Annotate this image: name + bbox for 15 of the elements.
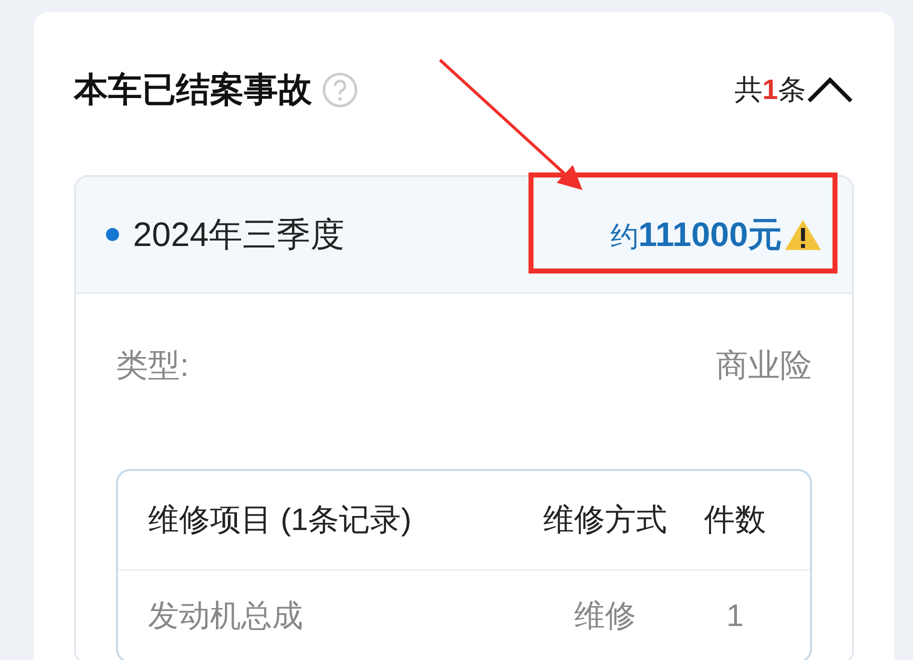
table-cell-text: 发动机总成 <box>148 597 304 635</box>
column-header: 维修方式 <box>542 501 668 539</box>
field-label: 类型: <box>116 346 189 385</box>
loss-amount: 约111000元 <box>610 214 782 256</box>
table-cell-text: 维修 <box>573 597 637 635</box>
section-title: 本车已结案事故 <box>74 70 312 110</box>
status-dot <box>106 228 119 241</box>
accident-header[interactable]: 2024年三季度 约111000元 <box>76 177 852 294</box>
column-header: 维修项目 (1条记录) <box>148 501 412 539</box>
field-value: 商业险 <box>716 346 812 385</box>
period-label: 2024年三季度 <box>133 214 345 256</box>
chevron-icon[interactable] <box>806 76 854 104</box>
column-header: 件数 <box>703 501 767 539</box>
table-cell-text: 1 <box>725 598 745 634</box>
record-count: 共1条 <box>734 72 806 106</box>
